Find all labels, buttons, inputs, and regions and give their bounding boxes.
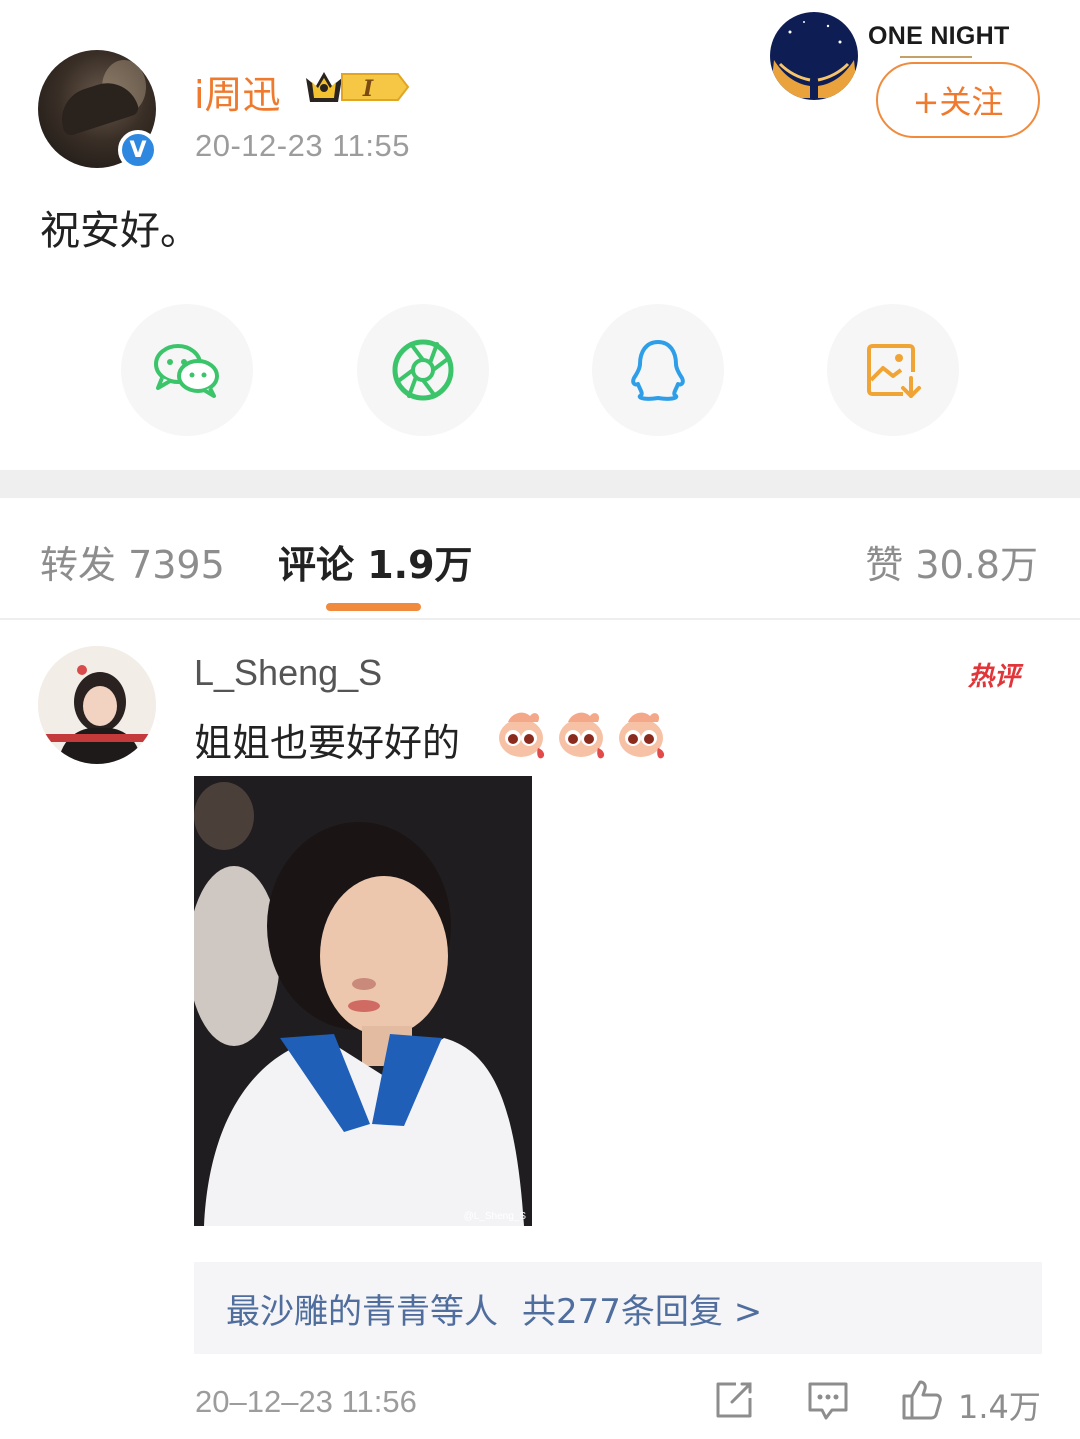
section-divider xyxy=(0,470,1080,498)
post-timestamp: 20-12-23 11:55 xyxy=(195,128,410,163)
like-icon[interactable] xyxy=(900,1378,944,1422)
repost-icon[interactable] xyxy=(712,1378,756,1422)
comment-timestamp: 20–12–23 11:56 xyxy=(195,1384,417,1419)
crying-emoji-icon xyxy=(619,712,665,759)
hot-comment-badge: 热评 xyxy=(968,662,1021,692)
tab-likes[interactable]: 赞 30.8万 xyxy=(865,534,1038,589)
moments-icon xyxy=(392,339,454,401)
photo-image xyxy=(194,776,532,1226)
replies-by: 最沙雕的青青等人 xyxy=(226,1291,498,1332)
share-wechat-button[interactable] xyxy=(121,304,253,436)
share-qq-button[interactable] xyxy=(592,304,724,436)
wechat-icon xyxy=(154,344,219,398)
active-tab-indicator xyxy=(326,603,421,611)
tab-repost[interactable]: 转发 7395 xyxy=(40,534,225,589)
share-moments-button[interactable] xyxy=(357,304,489,436)
verified-badge: V xyxy=(118,130,158,170)
crying-emoji-icon xyxy=(559,712,605,759)
tabs-divider xyxy=(0,618,1080,620)
author-name[interactable]: i周迅 xyxy=(194,64,281,119)
comment-photo[interactable]: @L_Sheng_S xyxy=(194,776,532,1226)
svg-text:I: I xyxy=(362,76,374,102)
hands-icon xyxy=(770,21,858,98)
crying-emoji-icon xyxy=(499,712,545,759)
comment-icon[interactable] xyxy=(806,1378,850,1422)
commenter-name[interactable]: L_Sheng_S xyxy=(194,652,382,694)
qq-icon xyxy=(631,340,685,401)
like-count: 1.4万 xyxy=(958,1388,1041,1426)
logo-text: ONE NIGHT xyxy=(868,22,1010,50)
photo-watermark: @L_Sheng_S xyxy=(463,1211,526,1222)
follow-button[interactable]: +关注 xyxy=(876,62,1040,138)
post-text: 祝安好。 xyxy=(40,208,200,254)
replies-summary[interactable]: 最沙雕的青青等人 共277条回复 > xyxy=(194,1262,1042,1354)
tab-comments[interactable]: 评论 1.9万 xyxy=(278,534,473,589)
save-image-button[interactable] xyxy=(827,304,959,436)
commenter-avatar-image xyxy=(38,646,156,764)
commenter-avatar[interactable] xyxy=(38,646,156,764)
replies-count: 共277条回复 > xyxy=(522,1291,763,1332)
save-image-icon xyxy=(867,344,921,398)
logo-underline xyxy=(900,56,972,58)
one-night-logo xyxy=(770,12,858,100)
vip-crown-badge: I xyxy=(306,72,410,102)
comment-text: 姐姐也要好好的 xyxy=(194,721,461,765)
